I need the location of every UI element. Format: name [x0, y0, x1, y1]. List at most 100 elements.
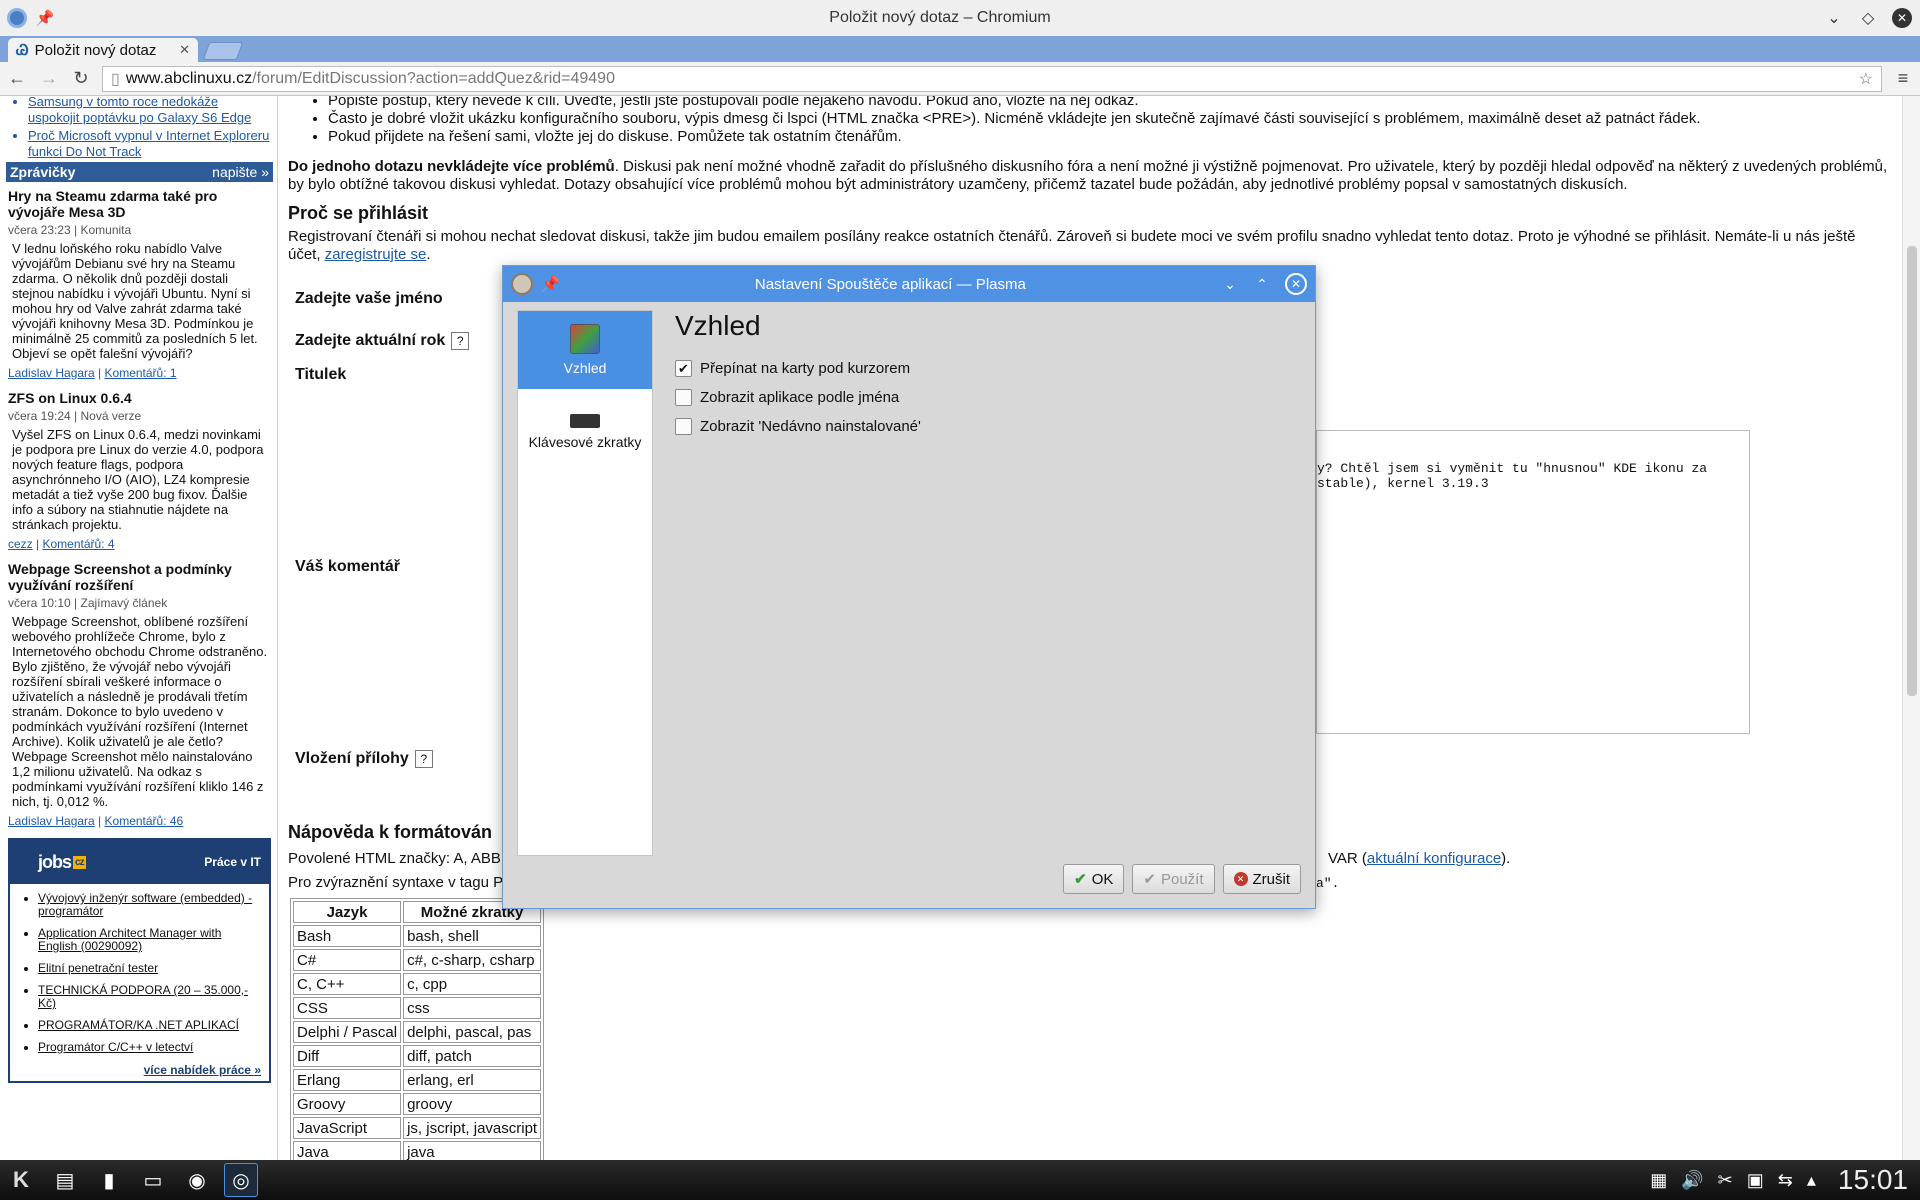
table-cell: groovy [403, 1093, 542, 1115]
register-link[interactable]: zaregistrujte se [325, 246, 427, 263]
pin-icon[interactable]: 📌 [34, 7, 56, 29]
hint-item: Často je dobré vložit ukázku konfiguračn… [328, 110, 1888, 128]
pin-icon[interactable]: 📌 [541, 275, 560, 293]
job-link[interactable]: Programátor C/C++ v letectví [38, 1040, 193, 1054]
system-tray: ▦ 🔊 ✂ ▣ ⇆ ▴ 15:01 [1650, 1164, 1916, 1196]
section-heading: Vzhled [675, 310, 761, 341]
job-link[interactable]: Application Architect Manager with Engli… [38, 926, 221, 953]
forward-icon[interactable]: → [38, 68, 60, 89]
maximize-button[interactable]: ⌃ [1253, 276, 1271, 293]
option-switch-tabs[interactable]: ✔ Přepínat na karty pod kurzorem [675, 354, 1295, 383]
checkbox[interactable] [675, 418, 692, 435]
table-row: C# c#, c-sharp, csharp [293, 949, 542, 971]
appearance-icon [570, 324, 600, 354]
table-row: C, C++ c, cpp [293, 973, 542, 995]
menu-icon[interactable]: ≡ [1892, 68, 1914, 89]
category-list: Vzhled Klávesové zkratky [517, 310, 653, 856]
bookmark-star-icon[interactable]: ☆ [1859, 69, 1873, 89]
help-icon[interactable]: ? [451, 332, 470, 350]
checkbox[interactable] [675, 389, 692, 406]
address-bar[interactable]: ▯ www.abclinuxu.cz/forum/EditDiscussion?… [102, 65, 1882, 92]
allowed-tags-tail: VAR (aktuální konfigurace). [1328, 850, 1511, 867]
page-icon: ▯ [111, 70, 120, 88]
year-label: Zadejte aktuální rok? [295, 332, 470, 350]
sidebar-link[interactable]: Samsung v tomto roce nedokáže uspokojit … [28, 96, 251, 125]
table-header: Jazyk [293, 901, 402, 923]
attachment-label: Vložení přílohy? [295, 750, 433, 768]
minimize-button[interactable]: ⌄ [1824, 8, 1844, 28]
ok-button[interactable]: ✔ OK [1063, 864, 1125, 894]
page-scrollbar[interactable] [1902, 96, 1920, 1160]
table-cell: JavaScript [293, 1117, 402, 1139]
chromium-task-icon[interactable]: ◉ [180, 1163, 214, 1197]
volume-icon[interactable]: 🔊 [1681, 1170, 1703, 1191]
table-row: Delphi / Pascal delphi, pascal, pas [293, 1021, 542, 1043]
cancel-button[interactable]: ✕ Zrušit [1222, 864, 1301, 894]
news-title[interactable]: ZFS on Linux 0.6.4 [8, 390, 271, 406]
news-title[interactable]: Webpage Screenshot a podmínky využívání … [8, 561, 271, 593]
close-button[interactable]: ✕ [1892, 8, 1912, 28]
trash-icon[interactable]: ▮ [92, 1163, 126, 1197]
category-appearance[interactable]: Vzhled [518, 311, 652, 389]
network-icon[interactable]: ⇆ [1778, 1170, 1793, 1191]
cancel-icon: ✕ [1233, 872, 1248, 886]
table-cell: css [403, 997, 542, 1019]
config-link[interactable]: aktuální konfigurace [1367, 850, 1501, 867]
news-author[interactable]: cezz [8, 537, 33, 551]
multi-problem-bold: Do jednoho dotazu nevkládejte více probl… [288, 158, 615, 175]
news-author[interactable]: Ladislav Hagara [8, 814, 95, 828]
pager-icon[interactable]: ▦ [1650, 1170, 1667, 1191]
jobs-logo-tag: cz [73, 855, 86, 869]
job-link[interactable]: Elitní penetrační tester [38, 961, 158, 975]
file-manager-icon[interactable]: ▤ [48, 1163, 82, 1197]
tab-active[interactable]: Ꮚ Položit nový dotaz ✕ [8, 38, 198, 62]
comment-textarea[interactable]: y? Chtěl jsem si vyměnit tu "hnusnou" KD… [1316, 430, 1750, 734]
url-host: www.abclinuxu.cz [125, 69, 253, 87]
option-show-by-name[interactable]: Zobrazit aplikace podle jména [675, 383, 1295, 412]
option-recently-installed[interactable]: Zobrazit 'Nedávno nainstalované' [675, 412, 1295, 441]
reload-icon[interactable]: ↻ [70, 68, 92, 89]
apply-button[interactable]: ✔ Použít [1132, 864, 1215, 894]
job-link[interactable]: TECHNICKÁ PODPORA (20 – 35.000,- Kč) [38, 983, 248, 1010]
clipboard-icon[interactable]: ✂ [1718, 1170, 1733, 1191]
kde-launcher-icon[interactable]: K [4, 1163, 38, 1197]
window-titlebar: 📌 Položit nový dotaz – Chromium ⌄ ◇ ✕ [0, 0, 1920, 36]
dialog-close-button[interactable]: ✕ [1285, 273, 1307, 295]
table-cell: Bash [293, 925, 402, 947]
title-label: Titulek [295, 366, 347, 383]
minimize-button[interactable]: ⌄ [1221, 276, 1239, 293]
news-author[interactable]: Ladislav Hagara [8, 366, 95, 380]
new-tab-button[interactable] [202, 42, 244, 60]
scrollbar-thumb[interactable] [1907, 246, 1917, 696]
tab-close-icon[interactable]: ✕ [179, 42, 190, 58]
news-item: Webpage Screenshot a podmínky využívání … [8, 561, 271, 828]
news-comments[interactable]: Komentářů: 1 [105, 366, 177, 380]
favicon-icon: Ꮚ [16, 41, 29, 59]
sidebar: Samsung v tomto roce nedokáže uspokojit … [0, 96, 278, 1160]
news-title[interactable]: Hry na Steamu zdarma také pro vývojáře M… [8, 188, 271, 220]
news-comments[interactable]: Komentářů: 4 [42, 537, 114, 551]
more-jobs-link[interactable]: více nabídek práce » [144, 1063, 261, 1077]
category-shortcuts[interactable]: Klávesové zkratky [518, 389, 652, 467]
keep-above-button[interactable]: ◇ [1858, 8, 1878, 28]
settings-dialog: 📌 Nastavení Spouštěče aplikací — Plasma … [502, 265, 1316, 909]
login-heading: Proč se přihlásit [288, 203, 429, 223]
terminal-icon[interactable]: ▭ [136, 1163, 170, 1197]
plasma-task-icon[interactable]: ◎ [224, 1163, 258, 1197]
tray-expand-icon[interactable]: ▴ [1807, 1170, 1816, 1191]
job-link[interactable]: Vývojový inženýr software (embedded) - p… [38, 891, 252, 918]
device-notifier-icon[interactable]: ▣ [1747, 1170, 1764, 1191]
checkbox-checked-icon[interactable]: ✔ [675, 360, 692, 377]
sidebar-link[interactable]: Proč Microsoft vypnul v Internet Explore… [28, 128, 269, 159]
news-meta: včera 23:23 | Komunita [8, 223, 132, 237]
language-table: Jazyk Možné zkratky Bash bash, shell C# c#,… [290, 898, 545, 1160]
back-icon[interactable]: ← [6, 68, 28, 89]
help-icon[interactable]: ? [414, 750, 433, 768]
clock[interactable]: 15:01 [1838, 1164, 1908, 1196]
table-cell: Groovy [293, 1093, 402, 1115]
table-cell: Erlang [293, 1069, 402, 1091]
news-comments[interactable]: Komentářů: 46 [105, 814, 184, 828]
write-news-link[interactable]: napište » [212, 164, 269, 180]
jobs-logo[interactable]: jobs cz [38, 851, 86, 873]
job-link[interactable]: PROGRAMÁTOR/KA .NET APLIKACÍ [38, 1018, 239, 1032]
